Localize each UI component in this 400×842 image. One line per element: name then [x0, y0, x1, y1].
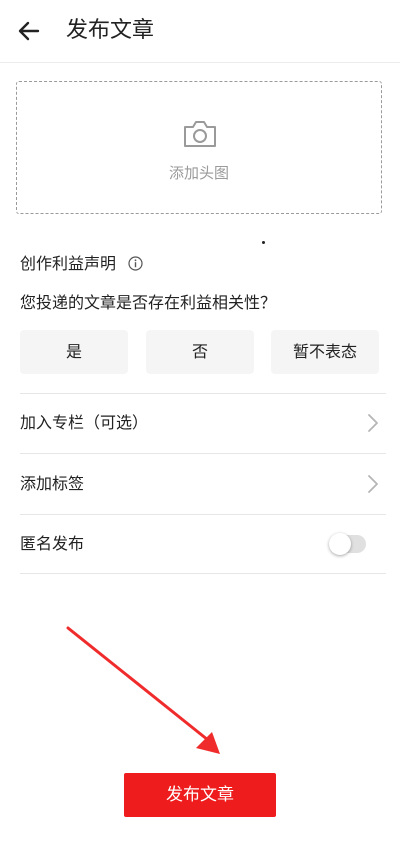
- arrow-left-icon[interactable]: [14, 16, 44, 46]
- divider: [20, 453, 386, 454]
- declaration-title: 创作利益声明: [20, 254, 117, 273]
- anonymous-publish-row: 匿名发布: [0, 515, 400, 573]
- anonymous-publish-label: 匿名发布: [20, 534, 85, 553]
- toggle-knob: [329, 533, 351, 555]
- option-no-button[interactable]: 否: [146, 330, 254, 374]
- anonymous-toggle[interactable]: [329, 533, 366, 555]
- stray-dot: [262, 241, 265, 244]
- declaration-question: 您投递的文章是否存在利益相关性？: [20, 293, 277, 312]
- add-tags-row[interactable]: 添加标签: [0, 455, 400, 513]
- page-title: 发布文章: [66, 18, 155, 43]
- annotation-arrow-icon: [66, 626, 220, 754]
- option-undecided-button[interactable]: 暂不表态: [271, 330, 379, 374]
- top-bar: 发布文章: [0, 0, 400, 63]
- add-to-column-row[interactable]: 加入专栏（可选）: [0, 394, 400, 452]
- chevron-right-icon: [368, 414, 378, 432]
- add-cover-label: 添加头图: [168, 164, 229, 182]
- add-tags-label: 添加标签: [20, 474, 85, 493]
- chevron-right-icon: [368, 475, 378, 493]
- camera-icon: [184, 121, 216, 147]
- add-to-column-label: 加入专栏（可选）: [20, 413, 149, 432]
- info-icon[interactable]: [128, 256, 143, 271]
- divider: [20, 573, 386, 574]
- publish-article-button[interactable]: 发布文章: [124, 773, 276, 817]
- option-yes-button[interactable]: 是: [20, 330, 128, 374]
- add-cover-image-area[interactable]: 添加头图: [16, 81, 382, 214]
